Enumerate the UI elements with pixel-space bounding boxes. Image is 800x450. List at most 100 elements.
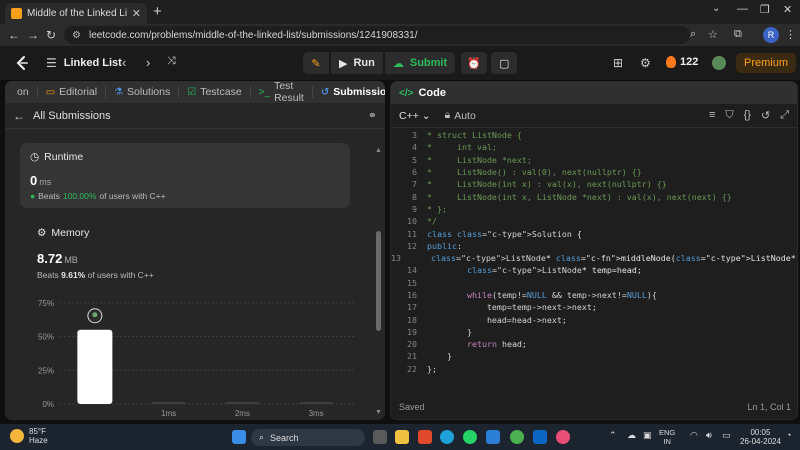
memory-title: Memory	[51, 227, 90, 239]
wifi-icon[interactable]: ◠	[690, 430, 698, 441]
restore-button[interactable]: ❐	[760, 3, 770, 16]
code-line[interactable]: 11 class class="c-type">Solution {	[391, 227, 797, 239]
search-label: Search	[270, 432, 299, 443]
window-close-button[interactable]: ✕	[783, 3, 792, 16]
y-tick-label: 75%	[38, 299, 54, 308]
code-line[interactable]: 14 class="c-type">ListNode* temp=head;	[391, 264, 797, 276]
office-icon[interactable]	[418, 430, 432, 444]
runtime-card[interactable]: ◷ Runtime 0 ms ● Beats 100.00% of users w…	[20, 143, 350, 208]
tab-code[interactable]: Code	[418, 87, 446, 99]
streak-counter[interactable]: 122	[666, 56, 698, 68]
back-arrow-icon[interactable]: ←	[13, 109, 25, 123]
weather-widget[interactable]: 85°F Haze	[10, 427, 48, 445]
file-explorer-icon[interactable]	[395, 430, 409, 444]
code-line[interactable]: 5 * ListNode *next;	[391, 154, 797, 166]
vscode-icon[interactable]	[486, 430, 500, 444]
tab-testcase[interactable]: ☑ Testcase	[179, 86, 251, 98]
fullscreen-icon[interactable]: ⤢	[780, 109, 789, 122]
user-avatar[interactable]	[712, 56, 726, 70]
code-line[interactable]: 12 public:	[391, 240, 797, 252]
leetcode-logo-icon[interactable]	[14, 55, 30, 71]
code-line[interactable]: 9 * };	[391, 203, 797, 215]
cloud-icon[interactable]: ☁	[627, 430, 636, 441]
whatsapp-icon[interactable]	[463, 430, 477, 444]
notification-icon[interactable]: ◔	[786, 430, 791, 440]
linkedin-icon[interactable]	[533, 430, 547, 444]
browser-tab[interactable]: Middle of the Linked List - LeetCo ✕	[5, 3, 147, 24]
settings-gear-icon[interactable]: ⚙	[640, 56, 651, 70]
premium-button[interactable]: Premium	[736, 53, 796, 73]
reset-icon[interactable]: ↺	[761, 109, 770, 122]
task-view-icon[interactable]	[373, 430, 387, 444]
reload-icon[interactable]: ↻	[46, 28, 56, 42]
input-language[interactable]: ENG IN	[659, 428, 675, 446]
format-icon[interactable]: ≡	[709, 109, 715, 122]
volume-icon[interactable]: 🔊︎	[706, 430, 712, 441]
run-button[interactable]: ▶ Run	[331, 52, 383, 74]
tab-test-result[interactable]: >_ Test Result	[251, 81, 313, 104]
code-line[interactable]: 8 * ListNode(int x, ListNode *next) : val…	[391, 190, 797, 202]
tab-editorial[interactable]: ▭ Editorial	[38, 86, 107, 98]
edge-icon[interactable]	[440, 430, 454, 444]
zoom-icon[interactable]: ⌕	[690, 28, 696, 41]
code-line[interactable]: 10 */	[391, 215, 797, 227]
tab-submissions[interactable]: ↺ Submissions	[313, 86, 385, 98]
problem-list-button[interactable]: ☰ Linked List	[46, 56, 122, 70]
next-problem-icon[interactable]: ›	[146, 55, 150, 70]
braces-icon[interactable]: {}	[744, 109, 751, 122]
scroll-down-icon[interactable]: ▼	[375, 409, 382, 416]
shuffle-icon[interactable]: ⤨	[167, 55, 176, 68]
submit-button[interactable]: ☁ Submit	[384, 52, 456, 74]
site-info-icon[interactable]: ⚙	[72, 30, 81, 41]
layout-grid-icon[interactable]: ⊞	[613, 56, 623, 70]
code-line[interactable]: 7 * ListNode(int x) : val(x), next(nullpt…	[391, 178, 797, 190]
extensions-icon[interactable]: ⧉	[734, 28, 742, 41]
chrome-profile-icon[interactable]	[556, 430, 570, 444]
code-line[interactable]: 21 }	[391, 350, 797, 362]
code-line[interactable]: 20 return head;	[391, 338, 797, 350]
code-line[interactable]: 15	[391, 277, 797, 289]
code-line[interactable]: 3 * struct ListNode {	[391, 129, 797, 141]
minimize-button[interactable]: —	[737, 3, 748, 15]
code-line[interactable]: 19 }	[391, 326, 797, 338]
forward-arrow-icon[interactable]: →	[27, 28, 39, 42]
left-panel-scrollbar[interactable]	[376, 231, 381, 331]
code-line[interactable]: 17 temp=temp->next->next;	[391, 301, 797, 313]
trash-icon[interactable]: ▣	[643, 430, 652, 441]
timer-button[interactable]: ⏰	[461, 52, 488, 74]
prev-problem-icon[interactable]: ‹	[122, 55, 126, 70]
profile-avatar[interactable]: R	[763, 27, 779, 43]
tab-close-icon[interactable]: ✕	[132, 7, 141, 20]
code-line[interactable]: 16 while(temp!=NULL && temp->next!=NULL)…	[391, 289, 797, 301]
code-line[interactable]: 4 * int val;	[391, 141, 797, 153]
scroll-up-icon[interactable]: ▲	[375, 147, 382, 154]
notes-button[interactable]: ▢	[491, 52, 518, 74]
language-select[interactable]: C++ ⌄	[399, 110, 431, 122]
code-line[interactable]: 18 head=head->next;	[391, 313, 797, 325]
tab-description[interactable]: on	[9, 86, 38, 98]
tray-overflow-icon[interactable]: ⌃	[609, 430, 617, 441]
windows-start-icon[interactable]	[232, 430, 246, 444]
tab-search-icon[interactable]: ⌄	[712, 3, 720, 14]
taskbar-clock[interactable]: 00:05 26-04-2024	[740, 428, 781, 446]
code-line[interactable]: 6 * ListNode() : val(0), next(nullptr) {}	[391, 166, 797, 178]
address-bar[interactable]: ⚙ leetcode.com/problems/middle-of-the-li…	[64, 26, 690, 44]
code-line[interactable]: 13 class="c-type">ListNode* class="c-fn"…	[391, 252, 797, 264]
back-arrow-icon[interactable]: ←	[8, 28, 20, 42]
debug-button[interactable]: ✎	[303, 52, 329, 74]
new-tab-button[interactable]: +	[153, 3, 162, 20]
all-submissions-link[interactable]: All Submissions	[33, 110, 111, 122]
memory-card[interactable]: ⚙ Memory 8.72 MB Beats 9.61% of users wit…	[37, 227, 367, 280]
bookmark-icon[interactable]: ⛉	[725, 109, 733, 122]
share-link-icon[interactable]: ⚭	[368, 109, 377, 122]
code-line[interactable]: 22};	[391, 363, 797, 375]
tab-solutions[interactable]: ⚗ Solutions	[106, 86, 180, 98]
taskbar-search[interactable]: ⌕ Search	[251, 429, 365, 446]
code-area[interactable]: 3 * struct ListNode {4 * int val; 5 * ListNo…	[391, 129, 797, 399]
browser-menu-icon[interactable]: ⋮	[785, 28, 796, 41]
battery-icon[interactable]: ▭	[722, 430, 731, 441]
tab-label: Submissions	[333, 86, 385, 98]
autocomplete-toggle[interactable]: 🔒︎ Auto	[445, 109, 476, 122]
chrome-icon[interactable]	[510, 430, 524, 444]
bookmark-star-icon[interactable]: ☆	[708, 28, 718, 41]
